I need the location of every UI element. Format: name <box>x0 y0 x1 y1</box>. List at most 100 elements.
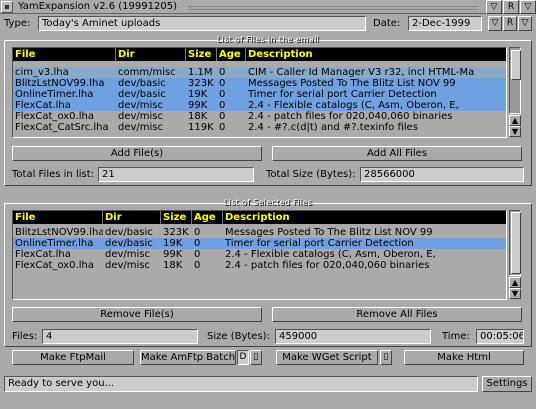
scroll-up-icon[interactable]: ▲ <box>509 277 521 288</box>
table-row[interactable]: FlexCat.lha dev/misc 99K 0 2.4 - Flexibl… <box>13 249 506 260</box>
scroll-down-icon[interactable]: ▼ <box>509 126 521 137</box>
selected-group-title: List of Selected Files <box>223 198 313 207</box>
type-label: Type: <box>4 18 31 29</box>
cell-size: 323K <box>163 227 189 238</box>
cell-desc: 2.4 - Flexible catalogs (C, Asm, Oberon,… <box>248 100 459 111</box>
total-files-label: Total Files in list: <box>12 169 95 180</box>
table-row[interactable]: OnlineTimer.lha dev/basic 19K 0 Timer fo… <box>13 238 506 249</box>
window-title: YamExpansion v2.6 (19991205) <box>18 1 177 12</box>
cell-age: 0 <box>194 260 201 271</box>
table-row[interactable]: cim_v3.lha comm/misc 1.1M 0 CIM - Caller… <box>13 67 506 78</box>
make-wget-script-button[interactable]: Make WGet Script <box>276 350 378 365</box>
total-files-field: 21 <box>98 167 254 182</box>
remove-all-files-button[interactable]: Remove All Files <box>272 307 522 322</box>
table-row[interactable]: FlexCat.lha dev/misc 99K 0 2.4 - Flexibl… <box>13 100 506 111</box>
cell-dir: dev/basic <box>118 78 166 89</box>
col-file[interactable]: File <box>13 48 116 61</box>
cell-age: 0 <box>219 67 226 78</box>
cell-file: cim_v3.lha <box>15 67 69 78</box>
table-row[interactable]: OnlineTimer.lha dev/basic 19K 0 Timer fo… <box>13 89 506 100</box>
cell-desc: 2.4 - patch files for 020,040,060 binari… <box>225 260 430 271</box>
cell-desc: Timer for serial port Carrier Detection <box>225 238 414 249</box>
cell-file: FlexCat_CatSrc.lha <box>15 122 109 133</box>
cell-desc: 2.4 - Flexible catalogs (C, Asm, Oberon,… <box>225 249 436 260</box>
file-icon[interactable]: ▯ <box>380 350 392 365</box>
col-age[interactable]: Age <box>192 211 223 224</box>
selected-scroll-track[interactable] <box>509 210 521 276</box>
cell-size: 99K <box>188 100 208 111</box>
col-size[interactable]: Size <box>186 48 217 61</box>
col-file[interactable]: File <box>13 211 103 224</box>
files-count-label: Files: <box>12 331 38 342</box>
date-down-button[interactable]: ▽ <box>488 16 502 31</box>
time-field: 00:05:06 <box>476 329 524 344</box>
make-html-button[interactable]: Make Html <box>404 350 524 365</box>
amftp-drive-field[interactable]: D <box>237 350 249 365</box>
reload-button[interactable]: R <box>503 0 519 14</box>
col-size[interactable]: Size <box>161 211 192 224</box>
cell-dir: dev/basic <box>105 227 153 238</box>
selected-list-header: File Dir Size Age Description <box>13 211 506 224</box>
remove-files-button[interactable]: Remove File(s) <box>12 307 262 322</box>
table-row[interactable]: FlexCat_ox0.lha dev/misc 18K 0 2.4 - pat… <box>13 111 506 122</box>
cell-file: FlexCat_ox0.lha <box>15 260 94 271</box>
table-row[interactable]: FlexCat_CatSrc.lha dev/misc 119K 0 2.4 -… <box>13 122 506 133</box>
col-age[interactable]: Age <box>217 48 246 61</box>
date-field[interactable]: 2-Dec-1999 <box>408 16 482 31</box>
date-menu-button[interactable]: ▽ <box>518 16 532 31</box>
cell-desc: Messages Posted To The Blitz List NOV 99 <box>225 227 433 238</box>
selected-scroll-knob[interactable] <box>511 212 521 274</box>
cell-age: 0 <box>219 89 226 100</box>
cell-file: FlexCat.lha <box>15 249 71 260</box>
files-listview[interactable]: File Dir Size Age Description cim_v3.lha… <box>12 47 507 138</box>
cell-dir: dev/basic <box>118 89 166 100</box>
cell-desc: 2.4 - patch files for 020,040,060 binari… <box>248 111 453 122</box>
table-row[interactable]: BlitzLstNOV99.lha dev/basic 323K 0 Messa… <box>13 227 506 238</box>
depth-button[interactable]: ▽ <box>520 0 536 14</box>
cell-age: 0 <box>219 100 226 111</box>
cell-dir: dev/basic <box>105 238 153 249</box>
file-icon[interactable]: ▯ <box>250 350 262 365</box>
cell-size: 119K <box>188 122 214 133</box>
selected-scrollbar[interactable]: ▲ ▼ <box>509 210 521 300</box>
col-description[interactable]: Description <box>246 48 506 61</box>
cell-desc: CIM - Caller Id Manager V3 r32, incl HTM… <box>248 67 475 78</box>
files-scrollbar[interactable]: ▲ ▼ <box>509 47 521 138</box>
files-count-field: 4 <box>42 329 198 344</box>
col-description[interactable]: Description <box>223 211 506 224</box>
files-scroll-knob[interactable] <box>511 50 521 80</box>
add-files-button[interactable]: Add File(s) <box>12 146 262 161</box>
cell-file: OnlineTimer.lha <box>15 238 94 249</box>
cell-size: 1.1M <box>188 67 213 78</box>
cell-file: BlitzLstNOV99.lha <box>15 227 103 238</box>
table-row[interactable]: FlexCat_ox0.lha dev/misc 18K 0 2.4 - pat… <box>13 260 506 271</box>
make-ftpmail-button[interactable]: Make FtpMail <box>12 350 134 365</box>
selected-listview[interactable]: File Dir Size Age Description BlitzLstNO… <box>12 210 507 300</box>
cell-size: 19K <box>188 89 208 100</box>
type-field[interactable]: Today's Aminet uploads <box>38 16 366 31</box>
make-amftp-batch-button[interactable]: Make AmFtp Batch <box>140 350 236 365</box>
cell-dir: dev/misc <box>105 249 151 260</box>
files-scroll-track[interactable] <box>509 47 521 114</box>
settings-button[interactable]: Settings <box>482 376 532 392</box>
col-dir[interactable]: Dir <box>116 48 186 61</box>
total-size-field: 28566000 <box>360 167 524 182</box>
cell-age: 0 <box>194 227 201 238</box>
cell-dir: dev/misc <box>118 122 164 133</box>
iconify-button[interactable]: ▽ <box>486 0 502 14</box>
cell-dir: comm/misc <box>118 67 176 78</box>
close-icon[interactable] <box>1 1 13 13</box>
title-bar[interactable]: YamExpansion v2.6 (19991205) ▽ R ▽ <box>0 0 536 14</box>
scroll-down-icon[interactable]: ▼ <box>509 288 521 299</box>
title-bar-stripes <box>188 4 478 10</box>
cell-size: 18K <box>163 260 183 271</box>
add-all-files-button[interactable]: Add All Files <box>272 146 522 161</box>
table-row[interactable]: BlitzLstNOV99.lha dev/basic 323K 0 Messa… <box>13 78 506 89</box>
scroll-up-icon[interactable]: ▲ <box>509 115 521 126</box>
files-list-header: File Dir Size Age Description <box>13 48 506 61</box>
cell-desc: Messages Posted To The Blitz List NOV 99 <box>248 78 456 89</box>
col-dir[interactable]: Dir <box>103 211 161 224</box>
cell-age: 0 <box>194 238 201 249</box>
date-r-button[interactable]: R <box>503 16 517 31</box>
total-size-label: Total Size (Bytes): <box>266 169 356 180</box>
